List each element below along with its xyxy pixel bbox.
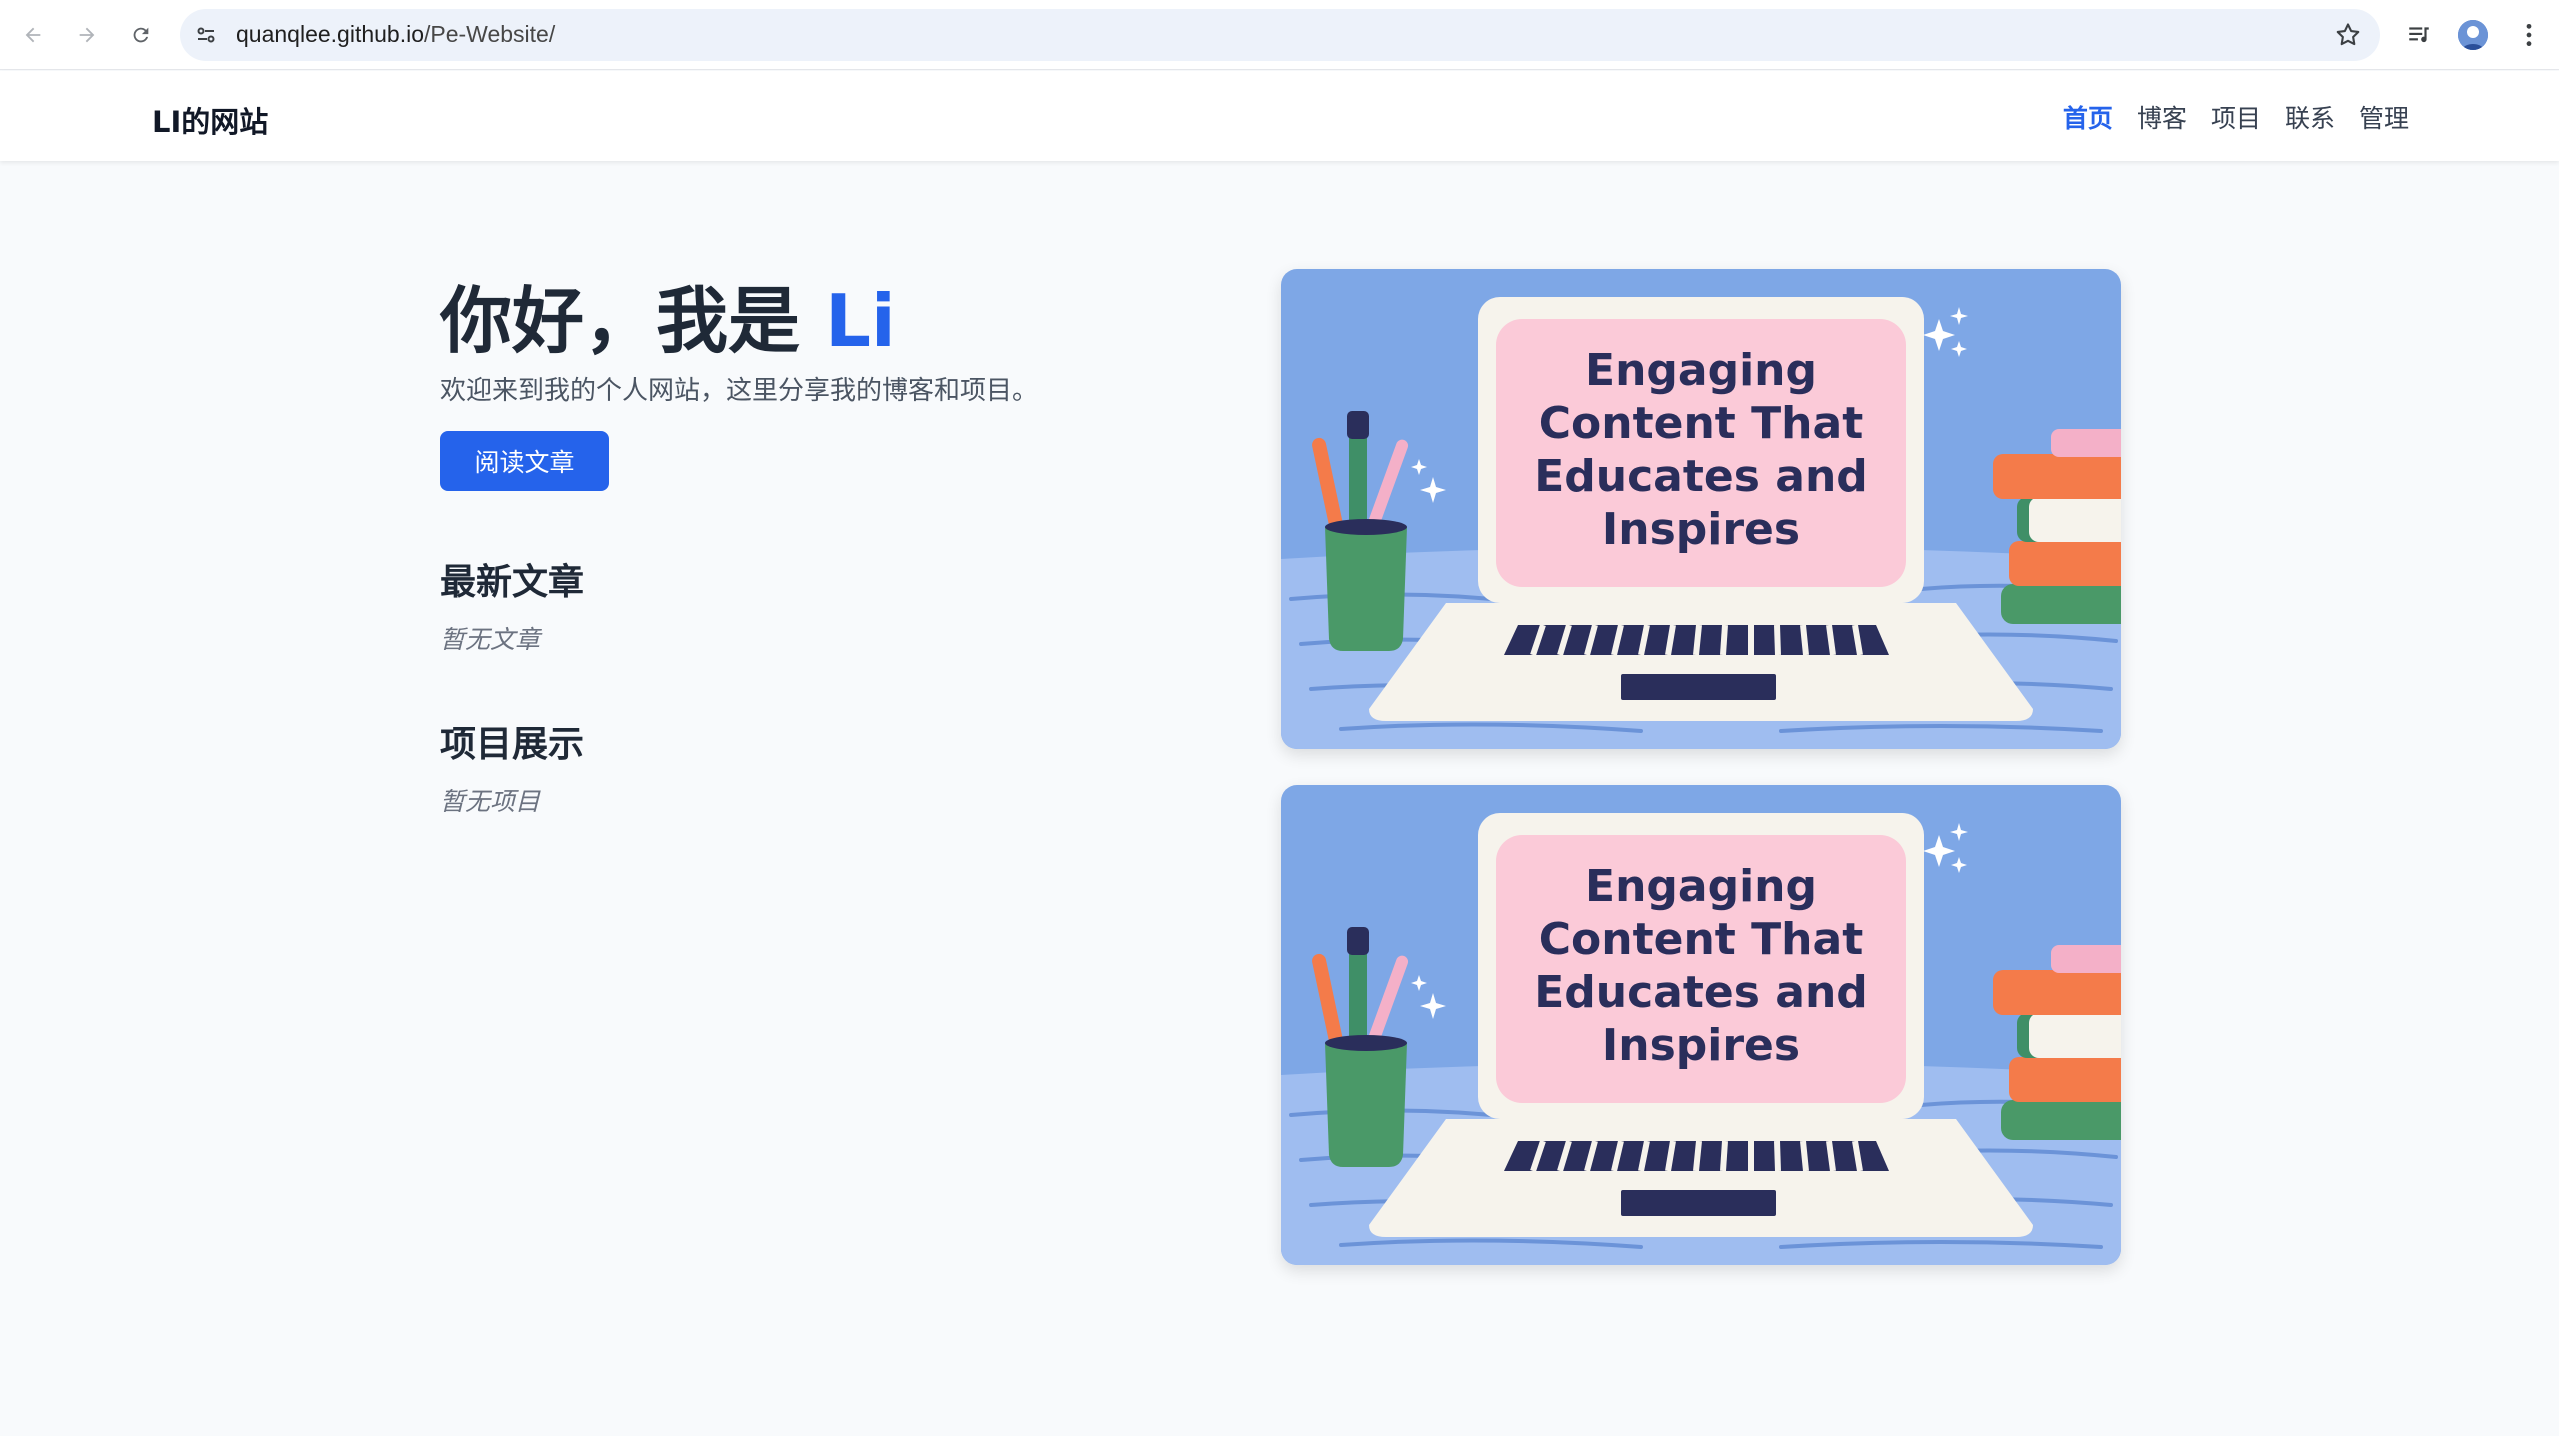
media-control-icon[interactable] xyxy=(2400,16,2438,54)
site-logo[interactable]: LI的网站 xyxy=(152,99,268,141)
profile-avatar-icon[interactable] xyxy=(2458,20,2488,50)
hero-name: Li xyxy=(825,279,896,363)
nav-blog[interactable]: 博客 xyxy=(2137,99,2187,135)
browser-toolbar: quanqlee.github.io/Pe-Website/ xyxy=(0,0,2559,70)
laptop-illustration xyxy=(1281,785,2121,1265)
site-info-icon[interactable] xyxy=(194,23,218,47)
address-bar[interactable]: quanqlee.github.io/Pe-Website/ xyxy=(180,9,2380,61)
nav-admin[interactable]: 管理 xyxy=(2359,99,2409,135)
nav-contact[interactable]: 联系 xyxy=(2285,99,2335,135)
url-text: quanqlee.github.io/Pe-Website/ xyxy=(236,21,555,48)
latest-articles-title: 最新文章 xyxy=(440,562,585,603)
menu-kebab-icon[interactable] xyxy=(2510,16,2548,54)
projects-empty: 暂无项目 xyxy=(440,787,541,816)
featured-image-card[interactable]: Engaging Content That Educates and Inspi… xyxy=(1281,785,2121,1265)
reload-icon[interactable] xyxy=(122,16,160,54)
forward-arrow-icon[interactable] xyxy=(68,16,106,54)
hero-title: 你好，我是 Li xyxy=(440,262,896,367)
projects-title: 项目展示 xyxy=(440,724,585,765)
url-path: /Pe-Website/ xyxy=(424,21,556,47)
url-host: quanqlee.github.io xyxy=(236,21,424,47)
bookmark-star-icon[interactable] xyxy=(2334,21,2362,49)
hero-greeting: 你好，我是 xyxy=(440,279,826,363)
nav-projects[interactable]: 项目 xyxy=(2211,99,2261,135)
read-articles-button[interactable]: 阅读文章 xyxy=(440,431,609,491)
nav-home[interactable]: 首页 xyxy=(2063,99,2113,135)
featured-image-card[interactable]: Engaging Content That Educates and Inspi… xyxy=(1281,269,2121,749)
main-nav: 首页 博客 项目 联系 管理 xyxy=(2063,99,2409,135)
laptop-illustration xyxy=(1281,269,2121,749)
latest-articles-empty: 暂无文章 xyxy=(440,625,541,654)
hero-subtitle: 欢迎来到我的个人网站，这里分享我的博客和项目。 xyxy=(440,376,1039,406)
back-arrow-icon[interactable] xyxy=(14,16,52,54)
site-header: LI的网站 首页 博客 项目 联系 管理 xyxy=(0,71,2559,161)
